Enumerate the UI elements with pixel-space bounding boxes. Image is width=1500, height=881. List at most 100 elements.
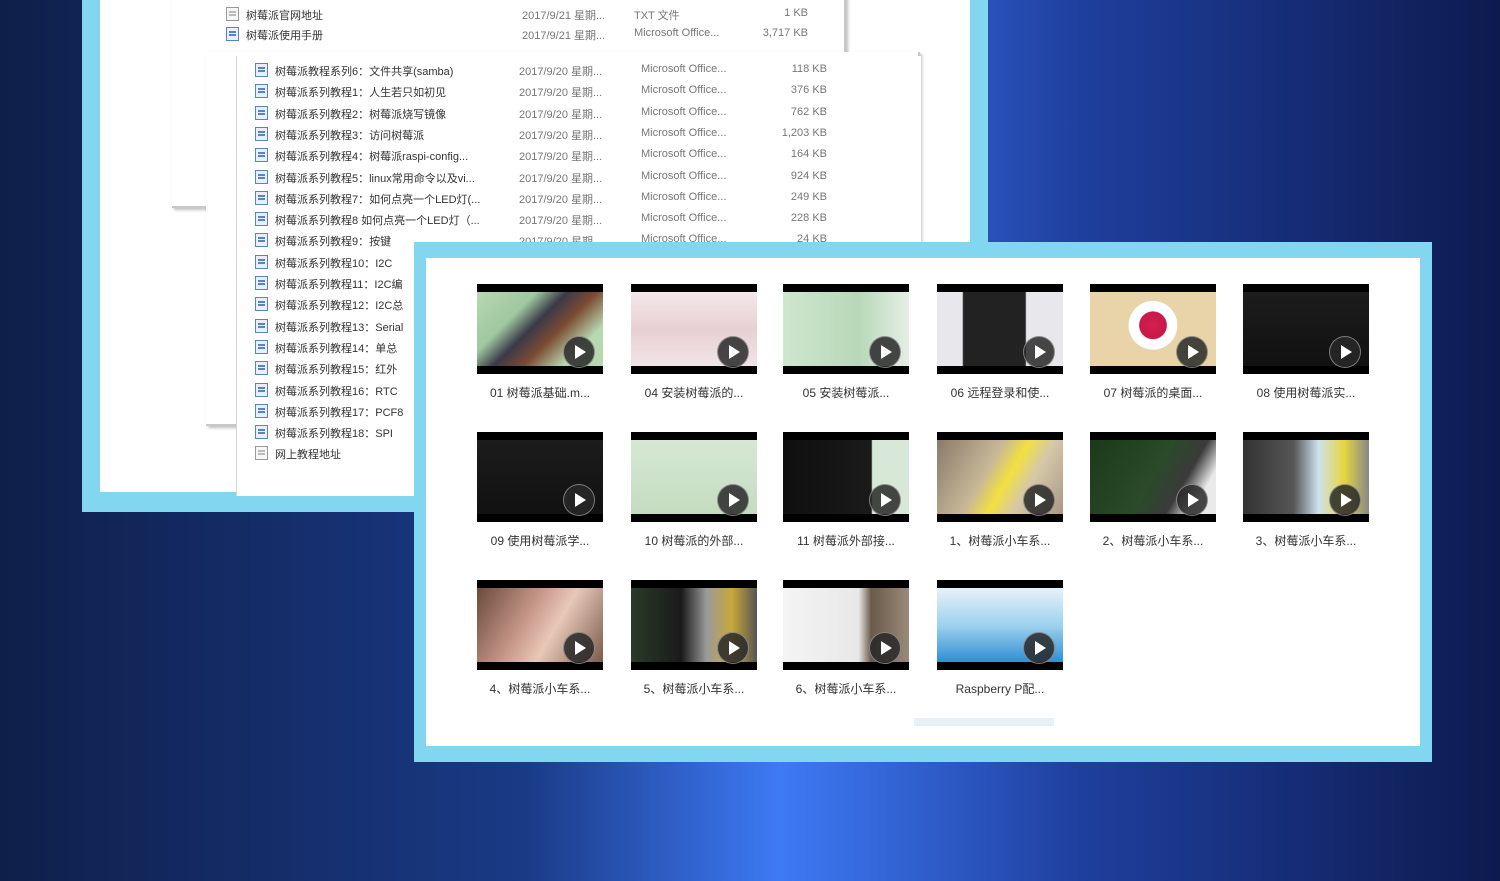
file-size: 3,717 KB [762, 27, 808, 39]
file-date: 2017/9/21 星期... [522, 30, 606, 42]
word-file-icon [255, 233, 268, 248]
video-thumbnail[interactable] [937, 580, 1063, 670]
video-item[interactable]: 07 树莓派的桌面... [1090, 284, 1216, 401]
video-thumbnail[interactable] [477, 284, 603, 374]
video-thumbnail[interactable] [783, 580, 909, 670]
video-item[interactable]: 10 树莓派的外部... [631, 432, 757, 549]
play-icon[interactable] [869, 484, 901, 516]
video-thumbnail[interactable] [783, 284, 909, 374]
video-title: 1、树莓派小车系... [949, 534, 1051, 548]
play-icon[interactable] [1176, 336, 1208, 368]
play-icon[interactable] [1023, 632, 1055, 664]
file-row[interactable]: 树莓派教程系列6：文件共享(samba) 2017/9/20 星期... Micro… [255, 60, 895, 80]
word-file-icon [255, 63, 268, 77]
file-type: Microsoft Office... [641, 105, 727, 118]
play-icon[interactable] [1329, 336, 1361, 368]
play-icon[interactable] [1176, 484, 1208, 516]
file-row[interactable]: 树莓派系列教程2：树莓派烧写镜像 2017/9/20 星期... Microsoft… [255, 103, 895, 123]
play-icon[interactable] [869, 336, 901, 368]
file-name: 网上教程地址 [275, 449, 341, 462]
play-icon[interactable] [563, 336, 595, 368]
play-icon[interactable] [717, 632, 749, 664]
play-icon[interactable] [1023, 484, 1055, 516]
play-icon[interactable] [563, 632, 595, 664]
file-row[interactable]: 树莓派系列教程3：访问树莓派 2017/9/20 星期... Microsoft O… [255, 124, 895, 144]
video-title: 06 远程登录和使... [950, 386, 1050, 400]
word-file-icon [255, 105, 268, 120]
video-thumbnail[interactable] [631, 284, 757, 374]
video-thumbnail[interactable] [937, 284, 1063, 374]
file-date: 2017/9/20 星期... [519, 66, 603, 78]
file-type: Microsoft Office... [641, 190, 727, 203]
video-item[interactable]: Raspberry P配... [937, 580, 1063, 697]
word-file-icon [255, 212, 268, 227]
video-item[interactable]: 1、树莓派小车系... [937, 432, 1063, 549]
file-type: TXT 文件 [634, 10, 680, 22]
file-row[interactable]: 树莓派系列教程7：如何点亮一个LED灯(... 2017/9/20 星期... Mi… [255, 188, 895, 208]
file-name: 树莓派系列教程4：树莓派raspi-config... [275, 151, 469, 164]
video-item[interactable]: 09 使用树莓派学... [477, 432, 603, 549]
txt-file-icon [255, 446, 268, 461]
file-name: 树莓派系列教程8 如何点亮一个LED灯（... [275, 215, 480, 228]
video-thumbnail[interactable] [1243, 432, 1369, 522]
video-item[interactable]: 4、树莓派小车系... [477, 580, 603, 697]
video-item[interactable]: 11 树莓派外部接... [783, 432, 909, 549]
file-row[interactable]: 树莓派系列教程5：linux常用命令以及vi... 2017/9/20 星期...… [255, 167, 895, 187]
file-row[interactable]: 树莓派使用手册 2017/9/21 星期... Microsoft Office… [226, 24, 826, 44]
video-item[interactable]: 2、树莓派小车系... [1090, 432, 1216, 549]
play-icon[interactable] [717, 484, 749, 516]
video-thumbnail[interactable] [1243, 284, 1369, 374]
file-row[interactable]: 树莓派系列教程1：人生若只如初见 2017/9/20 星期... Microsoft… [255, 81, 895, 101]
word-file-icon [255, 318, 268, 333]
file-size: 249 KB [790, 190, 827, 203]
video-thumbnail[interactable] [631, 580, 757, 670]
video-thumbnail[interactable] [477, 580, 603, 670]
word-file-icon [255, 190, 268, 205]
video-item[interactable]: 5、树莓派小车系... [631, 580, 757, 697]
file-size: 228 KB [790, 212, 827, 225]
video-thumbnail[interactable] [477, 432, 603, 522]
video-title: 11 树莓派外部接... [797, 534, 895, 548]
video-title: 01 树莓派基础.m... [489, 386, 590, 400]
video-thumbnail[interactable] [937, 432, 1063, 522]
file-name: 树莓派教程系列6：文件共享(samba) [275, 66, 454, 78]
play-icon[interactable] [869, 632, 901, 664]
video-thumbnail[interactable] [1090, 432, 1216, 522]
file-type: Microsoft Office... [641, 84, 727, 97]
video-item[interactable]: 04 安装树莓派的... [631, 284, 757, 401]
video-item[interactable]: 08 使用树莓派实... [1243, 284, 1369, 401]
file-row[interactable]: 树莓派系列教程4：树莓派raspi-config... 2017/9/20 星期.… [255, 145, 895, 165]
video-title: 07 树莓派的桌面... [1103, 386, 1203, 400]
word-file-icon [226, 27, 239, 41]
play-icon[interactable] [563, 484, 595, 516]
play-icon[interactable] [717, 336, 749, 368]
file-size: 924 KB [790, 169, 827, 182]
video-thumbnail[interactable] [783, 432, 909, 522]
video-title: Raspberry P配... [955, 682, 1045, 696]
word-file-icon [255, 84, 268, 99]
word-file-icon [255, 339, 268, 354]
video-title: 4、树莓派小车系... [489, 682, 591, 696]
video-title: 10 树莓派的外部... [644, 534, 744, 548]
video-item[interactable]: 01 树莓派基础.m... [477, 284, 603, 401]
video-thumbnail[interactable] [1090, 284, 1216, 374]
video-thumbnail[interactable] [631, 432, 757, 522]
file-date: 2017/9/20 星期... [519, 172, 603, 185]
file-size: 1 KB [784, 7, 808, 19]
play-icon[interactable] [1023, 336, 1055, 368]
video-item[interactable]: 05 安装树莓派... [783, 284, 909, 401]
file-type: Microsoft Office... [634, 27, 720, 39]
play-icon[interactable] [1329, 484, 1361, 516]
scrollbar-track[interactable] [914, 718, 1054, 726]
word-file-icon [255, 126, 268, 141]
file-date: 2017/9/20 星期... [519, 193, 603, 206]
file-row[interactable]: 树莓派官网地址 2017/9/21 星期... TXT 文件 1 KB [226, 4, 826, 24]
video-item[interactable]: 6、树莓派小车系... [783, 580, 909, 697]
file-type: Microsoft Office... [641, 148, 727, 161]
video-item[interactable]: 3、树莓派小车系... [1243, 432, 1369, 549]
word-file-icon [255, 297, 268, 312]
file-row[interactable]: 树莓派系列教程8 如何点亮一个LED灯（... 2017/9/20 星期... Mi… [255, 209, 895, 229]
video-title: 05 安装树莓派... [802, 386, 890, 400]
file-type: Microsoft Office... [641, 126, 727, 139]
video-item[interactable]: 06 远程登录和使... [937, 284, 1063, 401]
